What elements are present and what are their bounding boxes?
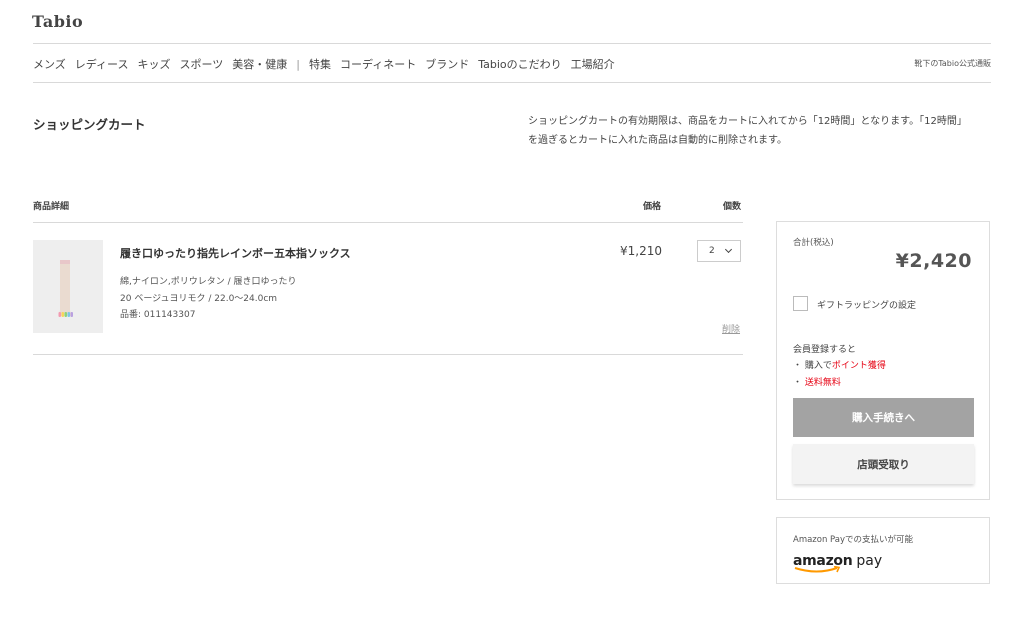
nav-item-ladies[interactable]: レディース (75, 56, 129, 72)
table-header-divider (33, 222, 743, 223)
amazon-pay-text: Amazon Payでの支払いが可能 (793, 535, 914, 545)
gift-wrapping-label[interactable]: ギフトラッピングの設定 (817, 298, 916, 311)
product-price: ¥1,210 (620, 244, 662, 258)
column-header-detail: 商品詳細 (33, 202, 70, 212)
benefit-points-prefix: ・ 購入で (793, 361, 832, 371)
amazon-pay-logo[interactable]: amazon pay (793, 550, 882, 574)
nav-item-sports[interactable]: スポーツ (179, 56, 223, 72)
column-header-price: 価格 (643, 202, 662, 212)
tabio-logo[interactable]: Tabio (32, 12, 83, 31)
member-intro: 会員登録すると (793, 345, 857, 355)
gift-wrapping-checkbox[interactable] (793, 296, 808, 311)
cart-expiry-notice: ショッピングカートの有効期限は、商品をカートに入れてから「12時間」となります。… (528, 112, 990, 150)
main-nav: メンズ レディース キッズ スポーツ 美容・健康 | 特集 コーディネート ブラ… (33, 56, 624, 72)
item-row-divider (33, 354, 743, 355)
checkout-button[interactable]: 購入手続きへ (793, 398, 974, 437)
product-sku: 品番: 011143307 (120, 310, 196, 320)
benefit-shipping-highlight: 送料無料 (804, 378, 841, 388)
notice-line-1: ショッピングカートの有効期限は、商品をカートに入れてから「12時間」となります。… (528, 116, 967, 127)
total-label: 合計(税込) (793, 238, 834, 248)
benefit-points-highlight: ポイント獲得 (831, 361, 886, 371)
chevron-down-icon (724, 245, 733, 254)
nav-item-factory[interactable]: 工場紹介 (571, 56, 615, 72)
benefit-shipping-prefix: ・ (793, 378, 805, 388)
nav-item-features[interactable]: 特集 (309, 56, 331, 72)
nav-divider (33, 82, 991, 83)
sock-icon (58, 260, 73, 317)
product-material: 綿,ナイロン,ポリウレタン / 履き口ゆったり (120, 277, 297, 287)
product-name[interactable]: 履き口ゆったり指先レインボー五本指ソックス (120, 245, 351, 261)
official-store-link[interactable]: 靴下のTabio公式通販 (914, 58, 991, 69)
nav-separator: | (296, 57, 300, 71)
nav-item-mens[interactable]: メンズ (33, 56, 66, 72)
amazon-smile-icon (794, 566, 841, 573)
quantity-value: 2 (709, 246, 715, 256)
product-color-size: 20 ベージュヨリモク / 22.0〜24.0cm (120, 294, 278, 304)
product-thumbnail[interactable] (33, 240, 103, 333)
notice-line-2: を過ぎるとカートに入れた商品は自動的に削除されます。 (528, 135, 787, 146)
nav-item-kids[interactable]: キッズ (137, 56, 170, 72)
nav-item-commitment[interactable]: Tabioのこだわり (478, 56, 561, 72)
member-benefit-shipping: ・ 送料無料 (793, 375, 841, 388)
quantity-select[interactable]: 2 (697, 240, 741, 262)
header-divider (33, 43, 991, 44)
page-title: ショッピングカート (33, 117, 146, 132)
store-pickup-button[interactable]: 店頭受取り (793, 444, 974, 484)
amazon-pay-logo-word2: pay (856, 553, 883, 569)
total-value: ¥2,420 (895, 250, 972, 272)
nav-item-coordinate[interactable]: コーディネート (340, 56, 416, 72)
nav-item-beauty-health[interactable]: 美容・健康 (232, 56, 287, 72)
member-benefit-points: ・ 購入でポイント獲得 (793, 358, 886, 371)
column-header-qty: 個数 (723, 202, 742, 212)
nav-item-brand[interactable]: ブランド (425, 56, 469, 72)
delete-item-link[interactable]: 削除 (722, 322, 740, 335)
